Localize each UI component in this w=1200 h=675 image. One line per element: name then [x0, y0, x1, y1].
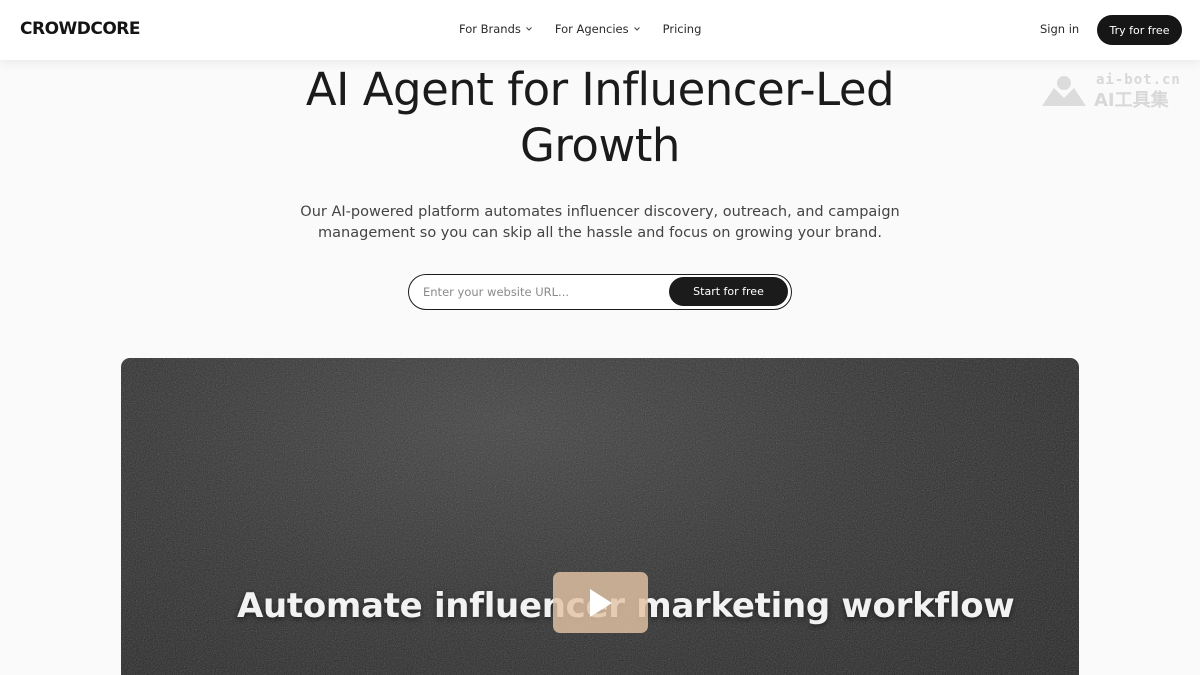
play-icon: [589, 588, 612, 617]
nav-pricing[interactable]: Pricing: [663, 22, 702, 36]
chevron-down-icon: [526, 27, 532, 31]
try-for-free-button[interactable]: Try for free: [1097, 15, 1182, 45]
website-url-form: Start for free: [408, 274, 792, 310]
nav-links: For Brands For Agencies Pricing: [459, 22, 701, 36]
hero-subtitle-line2: management so you can skip all the hassl…: [318, 225, 882, 241]
nav-for-agencies[interactable]: For Agencies: [555, 22, 641, 36]
hero-subtitle-line1: Our AI-powered platform automates influe…: [300, 204, 900, 220]
chevron-down-icon: [633, 27, 640, 31]
hero-subtitle: Our AI-powered platform automates influe…: [270, 202, 930, 244]
nav-pricing-label: Pricing: [662, 22, 702, 36]
play-button[interactable]: [553, 572, 648, 633]
logo[interactable]: CROWDCORE: [20, 19, 141, 39]
watermark-logo-icon: [1042, 76, 1086, 106]
nav-for-agencies-label: For Agencies: [554, 22, 629, 36]
sign-in-link[interactable]: Sign in: [1040, 22, 1079, 36]
page: CROWDCORE For Brands For Agencies Pricin…: [0, 0, 1200, 675]
video-player[interactable]: Automate influencer marketing workflow: [121, 358, 1079, 675]
top-nav: CROWDCORE For Brands For Agencies Pricin…: [0, 0, 1200, 60]
watermark: ai-bot.cn AI工具集: [1040, 72, 1190, 112]
hero-title: AI Agent for Influencer-Led Growth: [200, 62, 1000, 174]
hero-title-line1: AI Agent for Influencer-Led: [305, 63, 895, 116]
website-url-input[interactable]: [423, 283, 663, 301]
watermark-name: AI工具集: [1094, 90, 1169, 111]
nav-for-brands-label: For Brands: [459, 22, 521, 36]
nav-for-brands[interactable]: For Brands: [459, 22, 533, 36]
hero-title-line2: Growth: [520, 119, 680, 172]
start-for-free-button[interactable]: Start for free: [669, 277, 788, 306]
